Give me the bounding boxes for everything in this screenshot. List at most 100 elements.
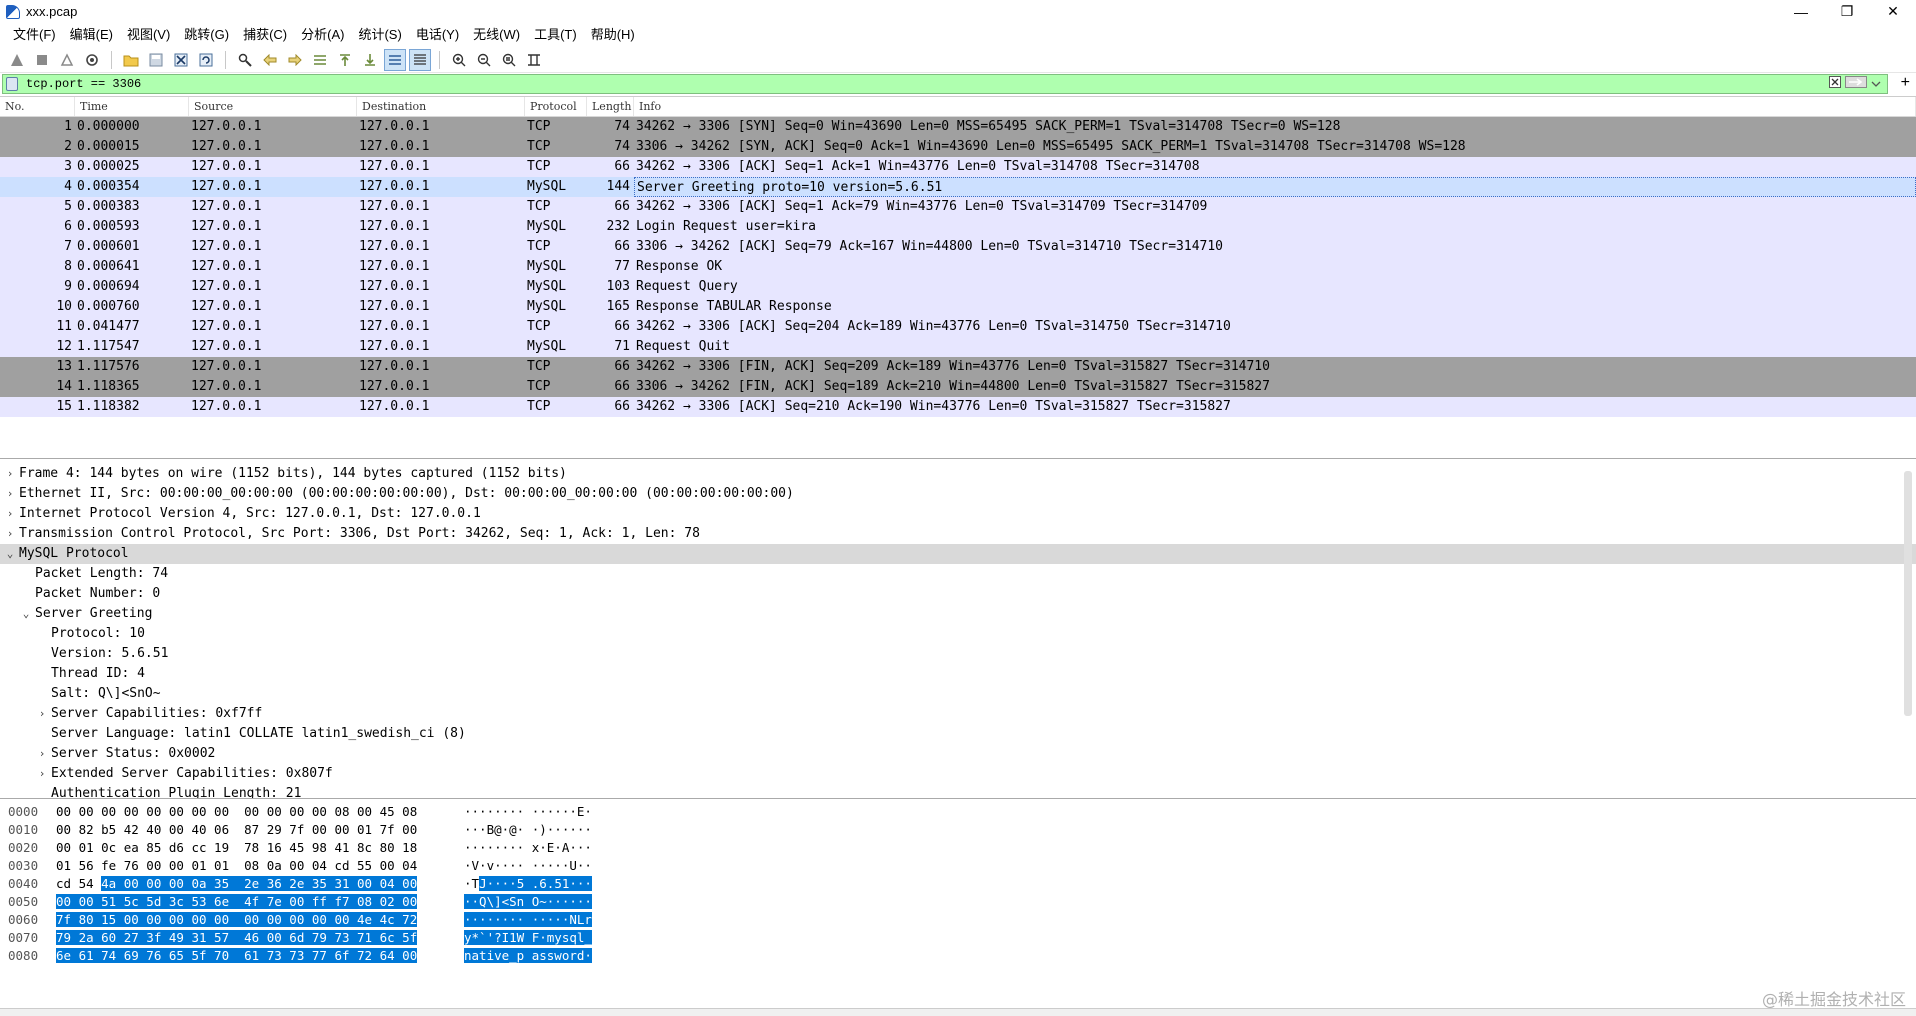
zoom-in-icon[interactable]	[448, 49, 470, 71]
capture-options-icon[interactable]	[81, 49, 103, 71]
byte-ascii[interactable]: y*`'?I1W F·mysql_	[442, 929, 592, 947]
packet-row[interactable]: 11 0.041477 127.0.0.1 127.0.0.1 TCP 66 34262 →…	[0, 317, 1916, 337]
detail-row[interactable]: Thread ID: 4	[0, 664, 1916, 684]
packet-row[interactable]: 2 0.000015 127.0.0.1 127.0.0.1 TCP 74 3306 → 3…	[0, 137, 1916, 157]
expand-arrow-icon[interactable]: ›	[4, 524, 16, 544]
autoscroll-icon[interactable]	[384, 48, 406, 71]
detail-row[interactable]: ⌄ Server Greeting	[0, 604, 1916, 624]
packet-row[interactable]: 1 0.000000 127.0.0.1 127.0.0.1 TCP 74 34262 → …	[0, 117, 1916, 137]
stop-capture-icon[interactable]	[31, 49, 53, 71]
byte-hex[interactable]: 00 00 51 5c 5d 3c 53 6e 4f 7e 00 ff f7 0…	[56, 893, 442, 911]
packet-row[interactable]: 10 0.000760 127.0.0.1 127.0.0.1 MySQL 165 Resp…	[0, 297, 1916, 317]
column-destination[interactable]: Destination	[357, 97, 525, 116]
detail-row[interactable]: › Ethernet II, Src: 00:00:00_00:00:00 (00…	[0, 484, 1916, 504]
go-forward-icon[interactable]	[284, 49, 306, 71]
packet-row[interactable]: 8 0.000641 127.0.0.1 127.0.0.1 MySQL 77 Respon…	[0, 257, 1916, 277]
expand-arrow-icon[interactable]: ›	[4, 484, 16, 504]
detail-row[interactable]: › Transmission Control Protocol, Src Port…	[0, 524, 1916, 544]
byte-ascii[interactable]: ·TJ····5 .6.51···	[442, 875, 592, 893]
byte-ascii[interactable]: ··Q\]<Sn O~······	[442, 893, 592, 911]
packet-row[interactable]: 12 1.117547 127.0.0.1 127.0.0.1 MySQL 71 Reque…	[0, 337, 1916, 357]
column-source[interactable]: Source	[189, 97, 357, 116]
byte-hex[interactable]: 00 00 00 00 00 00 00 00 00 00 00 00 08 0…	[56, 803, 442, 821]
menu-edit[interactable]: 编辑(E)	[63, 23, 120, 47]
menu-statistics[interactable]: 统计(S)	[351, 23, 408, 47]
column-protocol[interactable]: Protocol	[525, 97, 587, 116]
column-info[interactable]: Info	[634, 97, 1916, 116]
add-filter-button[interactable]: +	[1901, 74, 1910, 92]
apply-filter-icon[interactable]	[1845, 76, 1867, 91]
detail-row[interactable]: Packet Number: 0	[0, 584, 1916, 604]
minimize-button[interactable]: —	[1778, 0, 1824, 23]
column-length[interactable]: Length	[587, 97, 634, 116]
expand-arrow-icon[interactable]: ›	[4, 504, 16, 524]
packet-row[interactable]: 13 1.117576 127.0.0.1 127.0.0.1 TCP 66 34262 →…	[0, 357, 1916, 377]
open-file-icon[interactable]	[120, 49, 142, 71]
packet-row[interactable]: 6 0.000593 127.0.0.1 127.0.0.1 MySQL 232 Login…	[0, 217, 1916, 237]
detail-row[interactable]: › Internet Protocol Version 4, Src: 127.0…	[0, 504, 1916, 524]
packet-row[interactable]: 5 0.000383 127.0.0.1 127.0.0.1 TCP 66 34262 → …	[0, 197, 1916, 217]
detail-row[interactable]: ⌄ MySQL Protocol	[0, 544, 1916, 564]
byte-hex[interactable]: 7f 80 15 00 00 00 00 00 00 00 00 00 00 4…	[56, 911, 442, 929]
detail-row[interactable]: Protocol: 10	[0, 624, 1916, 644]
detail-row[interactable]: Authentication Plugin Length: 21	[0, 784, 1916, 798]
packet-row[interactable]: 15 1.118382 127.0.0.1 127.0.0.1 TCP 66 34262 →…	[0, 397, 1916, 417]
expand-arrow-icon[interactable]: ›	[36, 764, 48, 784]
byte-hex[interactable]: 79 2a 60 27 3f 49 31 57 46 00 6d 79 73 7…	[56, 929, 442, 947]
detail-row[interactable]: Version: 5.6.51	[0, 644, 1916, 664]
column-time[interactable]: Time	[75, 97, 189, 116]
packet-row[interactable]: 14 1.118365 127.0.0.1 127.0.0.1 TCP 66 3306 → …	[0, 377, 1916, 397]
byte-hex[interactable]: 01 56 fe 76 00 00 01 01 08 0a 00 04 cd 5…	[56, 857, 442, 875]
restart-capture-icon[interactable]	[56, 49, 78, 71]
filter-dropdown-icon[interactable]	[1871, 77, 1881, 91]
close-file-icon[interactable]	[170, 49, 192, 71]
expand-arrow-icon[interactable]: ›	[36, 744, 48, 764]
clear-filter-icon[interactable]	[1829, 76, 1841, 91]
detail-row[interactable]: › Extended Server Capabilities: 0x807f	[0, 764, 1916, 784]
byte-ascii[interactable]: ········ ······E·	[442, 803, 592, 821]
zoom-out-icon[interactable]	[473, 49, 495, 71]
byte-ascii[interactable]: ···B@·@· ·)······	[442, 821, 592, 839]
byte-ascii[interactable]: ········ x·E·A···	[442, 839, 592, 857]
menu-go[interactable]: 跳转(G)	[177, 23, 236, 47]
byte-ascii[interactable]: ········ ·····NLr	[442, 911, 592, 929]
filter-bookmark-icon[interactable]	[6, 77, 18, 91]
byte-ascii[interactable]: native_p assword·	[442, 947, 592, 965]
zoom-normal-icon[interactable]	[498, 49, 520, 71]
menu-tools[interactable]: 工具(T)	[527, 23, 584, 47]
go-back-icon[interactable]	[259, 49, 281, 71]
reload-file-icon[interactable]	[195, 49, 217, 71]
menu-telephony[interactable]: 电话(Y)	[409, 23, 466, 47]
menu-wireless[interactable]: 无线(W)	[466, 23, 527, 47]
expand-arrow-icon[interactable]: ›	[4, 464, 16, 484]
menu-capture[interactable]: 捕获(C)	[236, 23, 294, 47]
column-no[interactable]: No.	[0, 97, 75, 116]
details-scrollbar[interactable]	[1904, 471, 1912, 716]
expand-arrow-icon[interactable]: ›	[36, 704, 48, 724]
detail-row[interactable]: Server Language: latin1 COLLATE latin1_s…	[0, 724, 1916, 744]
byte-hex[interactable]: 6e 61 74 69 76 65 5f 70 61 73 73 77 6f 7…	[56, 947, 442, 965]
byte-hex[interactable]: 00 82 b5 42 40 00 40 06 87 29 7f 00 00 0…	[56, 821, 442, 839]
byte-hex[interactable]: 00 01 0c ea 85 d6 cc 19 78 16 45 98 41 8…	[56, 839, 442, 857]
menu-file[interactable]: 文件(F)	[6, 23, 63, 47]
packet-row[interactable]: 3 0.000025 127.0.0.1 127.0.0.1 TCP 66 34262 → …	[0, 157, 1916, 177]
last-packet-icon[interactable]	[359, 49, 381, 71]
packet-row[interactable]: 4 0.000354 127.0.0.1 127.0.0.1 MySQL 144 Serve…	[0, 177, 1916, 197]
colorize-icon[interactable]	[409, 48, 431, 71]
close-button[interactable]: ✕	[1870, 0, 1916, 23]
display-filter-input[interactable]	[26, 77, 1806, 91]
menu-help[interactable]: 帮助(H)	[584, 23, 642, 47]
collapse-arrow-icon[interactable]: ⌄	[4, 544, 16, 564]
resize-columns-icon[interactable]	[523, 49, 545, 71]
save-file-icon[interactable]	[145, 49, 167, 71]
packet-row[interactable]: 7 0.000601 127.0.0.1 127.0.0.1 TCP 66 3306 → 3…	[0, 237, 1916, 257]
collapse-arrow-icon[interactable]: ⌄	[20, 604, 32, 624]
go-to-packet-icon[interactable]	[309, 49, 331, 71]
find-packet-icon[interactable]	[234, 49, 256, 71]
byte-ascii[interactable]: ·V·v···· ·····U··	[442, 857, 592, 875]
detail-row[interactable]: › Server Capabilities: 0xf7ff	[0, 704, 1916, 724]
detail-row[interactable]: Packet Length: 74	[0, 564, 1916, 584]
detail-row[interactable]: › Frame 4: 144 bytes on wire (1152 bits),…	[0, 464, 1916, 484]
detail-row[interactable]: › Server Status: 0x0002	[0, 744, 1916, 764]
start-capture-icon[interactable]	[6, 49, 28, 71]
